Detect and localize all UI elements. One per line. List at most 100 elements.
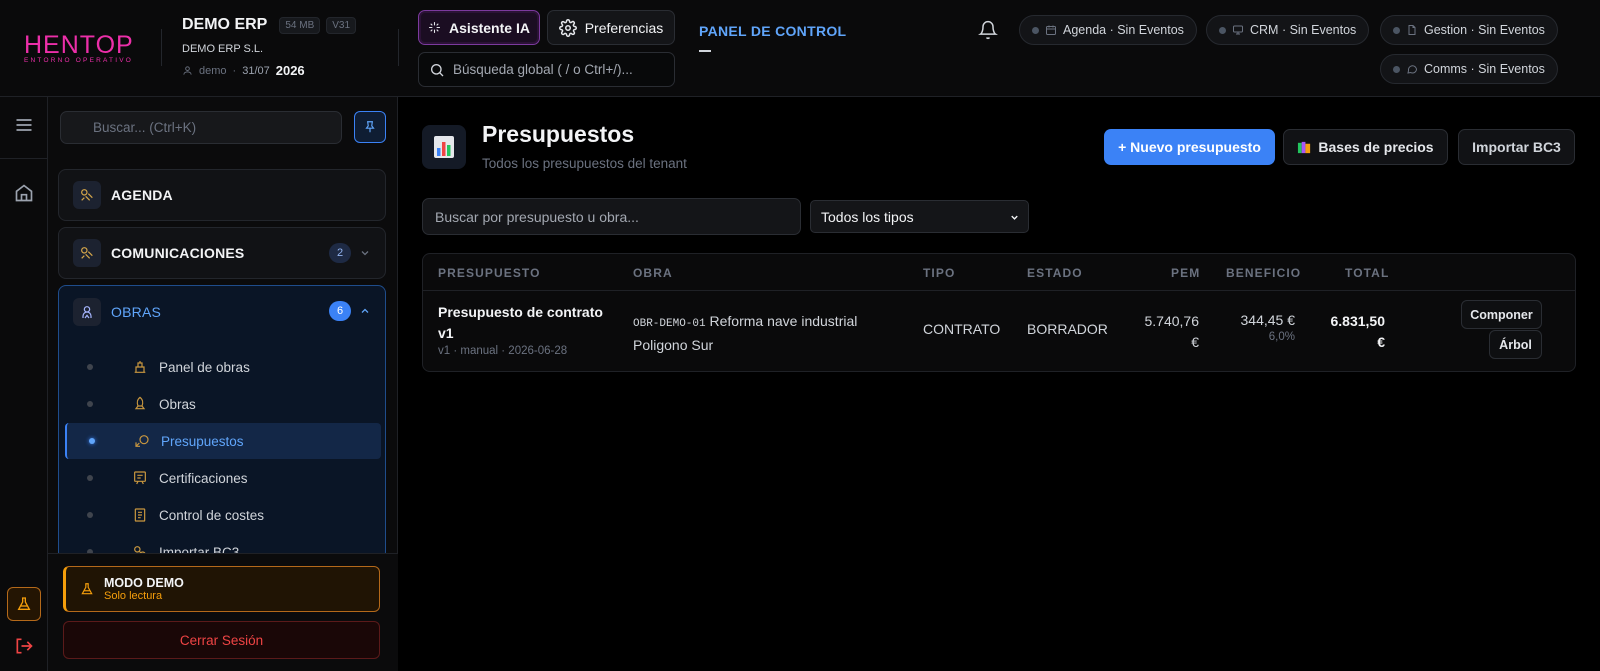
preferences-button[interactable]: Preferencias [547, 10, 675, 45]
logout-button[interactable]: Cerrar Sesión [63, 621, 380, 659]
gear-icon [558, 18, 577, 37]
import-bc3-button[interactable]: Importar BC3 [1458, 129, 1575, 165]
sidebar-item-obras[interactable]: Obras [65, 386, 381, 422]
obras-icon [73, 298, 101, 326]
pill-label: Comms · Sin Eventos [1424, 62, 1545, 76]
status-cell: BORRADOR [1027, 321, 1108, 337]
ledger-icon [134, 508, 146, 522]
column-header: ESTADO [1027, 266, 1083, 280]
global-search[interactable] [418, 52, 675, 87]
sidebar-item-presupuestos[interactable]: Presupuestos [65, 423, 381, 459]
budgets-table: PRESUPUESTO OBRA TIPO ESTADO PEM BENEFIC… [422, 253, 1576, 372]
pem-currency: € [1191, 334, 1199, 350]
budget-name-line: Presupuesto de contrato [438, 304, 603, 320]
top-header: HENTOP ENTORNO OPERATIVO DEMO ERP 54 MB … [0, 0, 1600, 97]
column-header: PEM [1171, 266, 1201, 280]
sparkle-icon [429, 22, 440, 33]
new-budget-button[interactable]: + Nuevo presupuesto [1104, 129, 1275, 165]
column-header: BENEFICIO [1226, 266, 1302, 280]
sidebar-item-certificaciones[interactable]: Certificaciones [65, 460, 381, 496]
agenda-icon [73, 181, 101, 209]
bell-icon[interactable] [978, 20, 998, 40]
section-header[interactable]: OBRAS [73, 286, 161, 338]
budget-name[interactable]: Presupuesto de contrato v1 [438, 302, 603, 344]
document-icon [1408, 25, 1416, 35]
header-divider [398, 29, 399, 66]
bullet [89, 438, 95, 444]
page-subtitle: Todos los presupuestos del tenant [482, 156, 687, 171]
pill-label: CRM · Sin Eventos [1250, 23, 1357, 37]
table-row[interactable]: Presupuesto de contrato v1 v1 · manual ·… [423, 291, 1575, 371]
sidebar: Buscar... (Ctrl+K) AGENDA COMUNICACIONES… [48, 97, 398, 671]
status-dot [1393, 26, 1400, 34]
count-badge: 6 [329, 301, 351, 321]
sidebar-section-comunicaciones[interactable]: COMUNICACIONES 2 [58, 227, 386, 279]
user-icon [183, 66, 192, 75]
icon-rail [0, 97, 48, 671]
tree-button[interactable]: Árbol [1489, 330, 1542, 359]
crane-icon [134, 361, 146, 373]
column-header: PRESUPUESTO [438, 266, 541, 280]
logout-icon[interactable] [14, 636, 34, 656]
session-year: 2026 [275, 63, 305, 78]
storage-badge: 54 MB [279, 16, 321, 34]
bullet [87, 475, 93, 481]
dot-separator: · [232, 64, 237, 77]
menu-icon[interactable] [14, 115, 34, 135]
table-header: PRESUPUESTO OBRA TIPO ESTADO PEM BENEFIC… [423, 254, 1575, 291]
calendar-icon [1046, 25, 1056, 35]
crm-events-pill[interactable]: CRM · Sin Eventos [1206, 15, 1370, 45]
sidebar-footer: MODO DEMO Solo lectura Cerrar Sesión [48, 553, 398, 671]
pem-value: 5.740,76 [1144, 313, 1200, 329]
flask-icon [81, 583, 93, 595]
chevron-down-icon [1011, 215, 1018, 220]
beneficio-cell: 344,45 € 6,0% [1213, 312, 1296, 343]
certificate-icon [134, 471, 146, 485]
total-currency: € [1377, 334, 1385, 350]
count-badge: 2 [329, 243, 351, 263]
home-icon[interactable] [14, 183, 34, 203]
pin-sidebar-button[interactable] [354, 111, 386, 143]
comms-events-pill[interactable]: Comms · Sin Eventos [1380, 54, 1558, 84]
company-name: DEMO ERP [182, 16, 268, 33]
logo-text: HENTOP [24, 31, 134, 59]
total-value: 6.831,50 [1330, 313, 1386, 329]
beneficio-percent: 6,0% [1268, 331, 1295, 343]
logo-subtitle: ENTORNO OPERATIVO [24, 57, 134, 64]
gestion-events-pill[interactable]: Gestion · Sin Eventos [1380, 15, 1558, 45]
compose-button[interactable]: Componer [1461, 300, 1542, 329]
section-label: OBRAS [111, 304, 162, 320]
sidebar-section-agenda[interactable]: AGENDA [58, 169, 386, 221]
demo-mode-title: MODO DEMO [104, 576, 184, 590]
app-logo[interactable]: HENTOP ENTORNO OPERATIVO [24, 32, 144, 66]
sidebar-item-control-de-costes[interactable]: Control de costes [65, 497, 381, 533]
chevron-down-icon [361, 251, 369, 256]
company-legal-name: DEMO ERP S.L. [182, 43, 264, 55]
sidebar-search-input[interactable]: Buscar... (Ctrl+K) [60, 111, 342, 144]
sidebar-item-label: Obras [159, 396, 196, 412]
total-cell: 6.831,50 € [1303, 311, 1386, 353]
section-label: COMUNICACIONES [111, 245, 245, 261]
monitor-icon [1233, 25, 1243, 35]
sidebar-section-obras[interactable]: OBRAS 6 Panel de obras Obras Presupuesto… [58, 285, 386, 560]
beneficio-value: 344,45 € [1240, 312, 1296, 328]
type-select-value: Todos los tipos [821, 208, 914, 225]
main-content: Presupuestos Todos los presupuestos del … [399, 97, 1600, 671]
global-search-input[interactable] [453, 62, 663, 77]
rail-divider [0, 158, 48, 159]
ai-assistant-button[interactable]: Asistente IA [418, 10, 540, 45]
agenda-events-pill[interactable]: Agenda · Sin Eventos [1019, 15, 1197, 45]
demo-mode-button[interactable] [7, 587, 41, 621]
panel-title[interactable]: PANEL DE CONTROL [699, 23, 846, 39]
price-bases-button[interactable]: Bases de precios [1283, 129, 1448, 165]
type-select[interactable]: Todos los tipos [810, 200, 1029, 233]
status-dot [1393, 65, 1400, 73]
comunicaciones-icon [73, 239, 101, 267]
sidebar-item-panel-de-obras[interactable]: Panel de obras [65, 349, 381, 385]
bullet [87, 512, 93, 518]
demo-mode-banner: MODO DEMO Solo lectura [63, 566, 380, 612]
page-title: Presupuestos [482, 121, 635, 147]
budget-filter-input[interactable] [422, 198, 801, 235]
status-dot [1219, 26, 1226, 34]
money-icon [135, 435, 149, 447]
